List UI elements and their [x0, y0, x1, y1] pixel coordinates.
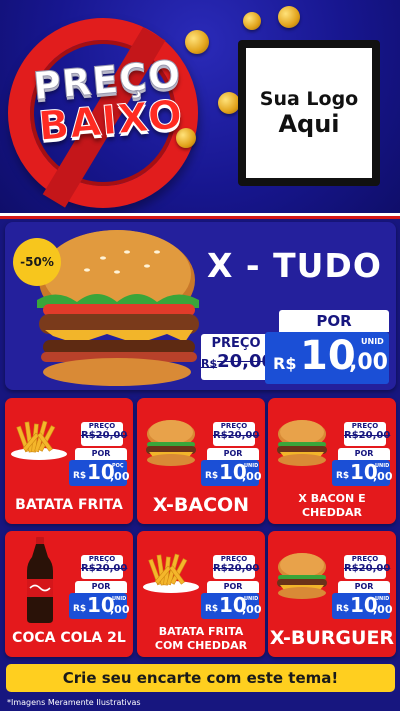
old-price-currency: R$	[201, 357, 218, 370]
fries-icon	[9, 418, 69, 466]
old-price-label: PREÇO	[351, 555, 379, 563]
price-decimal: ,00	[110, 470, 130, 483]
fries-icon	[141, 551, 201, 599]
logo-placeholder[interactable]: Sua Logo Aqui	[238, 40, 380, 186]
price-decimal: ,00	[373, 603, 393, 616]
product-name: X-BACON	[152, 494, 250, 516]
featured-product-card[interactable]: -50% X - TUDO PREÇO R$20,00 POR R$ 10 UN…	[5, 222, 396, 390]
price-decimal: ,00	[373, 470, 393, 483]
price-currency: R$	[73, 604, 87, 614]
product-name-line2: COM CHEDDAR	[154, 639, 248, 652]
old-price-value: R$20,00	[81, 563, 128, 574]
por-label-tag: POR	[338, 448, 390, 460]
header-divider	[0, 213, 400, 219]
new-price-tag: R$ 10 UNID ,00	[332, 460, 393, 486]
featured-product-name: X - TUDO	[207, 246, 382, 285]
price-decimal: ,00	[242, 603, 262, 616]
old-price-value: R$20,00	[201, 351, 274, 372]
product-card[interactable]: PREÇO R$20,00 POR R$ 10 UNID ,00 X-BACON	[137, 398, 265, 524]
old-price-tag: PREÇO R$20,00	[344, 422, 391, 446]
cta-banner[interactable]: Crie seu encarte com este tema!	[6, 664, 395, 692]
por-label-tag: POR	[207, 581, 259, 593]
brand-title: PREÇO BAIXO	[11, 50, 208, 152]
old-price-value: R$20,00	[213, 430, 260, 441]
coin-icon	[243, 12, 261, 30]
product-card[interactable]: PREÇO R$20,00 POR R$ 10 UNID ,00 BATATA FRITA CO…	[137, 531, 265, 657]
old-price-value: R$20,00	[344, 430, 391, 441]
price-integer: 10	[300, 333, 356, 379]
price-unit: UNID	[244, 596, 259, 602]
old-price-value: R$20,00	[81, 430, 128, 441]
price-decimal: ,00	[242, 470, 262, 483]
new-price-tag: R$ 10 UNID ,00	[69, 593, 130, 619]
price-unit: UNID	[375, 463, 390, 469]
old-price-label: PREÇO	[220, 555, 248, 563]
logo-text-line2: Aqui	[278, 110, 340, 138]
product-name: BATATA FRITA COM CHEDDAR	[137, 625, 265, 653]
product-name: X BACON E CHEDDAR	[268, 492, 396, 520]
burger-icon	[141, 418, 201, 472]
old-price-label: PREÇO	[220, 422, 248, 430]
old-price-label: PREÇO	[211, 336, 261, 351]
price-currency: R$	[73, 471, 87, 481]
burger-icon	[272, 551, 332, 605]
discount-badge: -50%	[13, 238, 61, 286]
bottle-icon	[23, 535, 57, 629]
price-currency: R$	[336, 604, 350, 614]
coin-icon	[218, 92, 240, 114]
product-name-line2: CHEDDAR	[301, 506, 363, 519]
old-price-value: R$20,00	[213, 563, 260, 574]
product-card[interactable]: PREÇO R$20,00 POR R$ 10 UNID ,00 X-BURGUER	[268, 531, 396, 657]
price-currency: R$	[205, 604, 219, 614]
old-price-tag: PREÇO R$20,00	[213, 422, 260, 446]
por-label-tag: POR	[207, 448, 259, 460]
por-label-tag: POR	[75, 448, 127, 460]
product-name: COCA COLA 2L	[12, 630, 126, 646]
new-price-tag: R$ 10 UNID ,00	[201, 593, 262, 619]
old-price-tag: PREÇO R$20,00	[201, 334, 274, 380]
product-name-line1: X BACON E	[298, 492, 366, 505]
product-card[interactable]: PREÇO R$20,00 POR R$ 10 POÇ ,00 BATATA FRITA	[5, 398, 133, 524]
por-label-tag: POR	[279, 310, 389, 332]
product-name: BATATA FRITA	[15, 497, 123, 513]
price-unit: UNID	[112, 596, 127, 602]
price-unit: UNID	[361, 337, 384, 346]
old-price-label: PREÇO	[351, 422, 379, 430]
burger-icon	[272, 418, 332, 472]
price-currency: R$	[205, 471, 219, 481]
old-price-tag: PREÇO R$20,00	[81, 422, 128, 446]
product-card[interactable]: PREÇO R$20,00 POR R$ 10 UNID ,00 X BACON E CHEDD…	[268, 398, 396, 524]
logo-text-line1: Sua Logo	[259, 88, 359, 110]
old-price-label: PREÇO	[88, 555, 116, 563]
old-price-tag: PREÇO R$20,00	[81, 555, 128, 579]
price-unit: UNID	[375, 596, 390, 602]
price-currency: R$	[336, 471, 350, 481]
price-unit: POÇ	[112, 463, 124, 469]
product-name: X-BURGUER	[269, 627, 395, 649]
price-decimal: ,00	[110, 603, 130, 616]
old-price-value: R$20,00	[344, 563, 391, 574]
price-unit: UNID	[244, 463, 259, 469]
new-price-tag: R$ 10 POÇ ,00	[69, 460, 130, 486]
header-banner: PREÇO BAIXO Sua Logo Aqui	[0, 0, 400, 214]
product-name-line1: BATATA FRITA	[158, 625, 244, 638]
coin-icon	[278, 6, 300, 28]
disclaimer-text: *Imagens Meramente Ilustrativas	[7, 698, 141, 707]
new-price-tag: R$ 10 UNID ,00	[265, 332, 389, 384]
por-label-tag: POR	[75, 581, 127, 593]
por-label-tag: POR	[338, 581, 390, 593]
new-price-tag: R$ 10 UNID ,00	[201, 460, 262, 486]
old-price-tag: PREÇO R$20,00	[344, 555, 391, 579]
price-currency: R$	[273, 354, 297, 373]
old-price-label: PREÇO	[88, 422, 116, 430]
old-price-tag: PREÇO R$20,00	[213, 555, 260, 579]
cta-text: Crie seu encarte com este tema!	[62, 669, 339, 687]
price-decimal: ,00	[349, 350, 388, 375]
new-price-tag: R$ 10 UNID ,00	[332, 593, 393, 619]
product-card[interactable]: PREÇO R$20,00 POR R$ 10 UNID ,00 COCA COLA 2L	[5, 531, 133, 657]
